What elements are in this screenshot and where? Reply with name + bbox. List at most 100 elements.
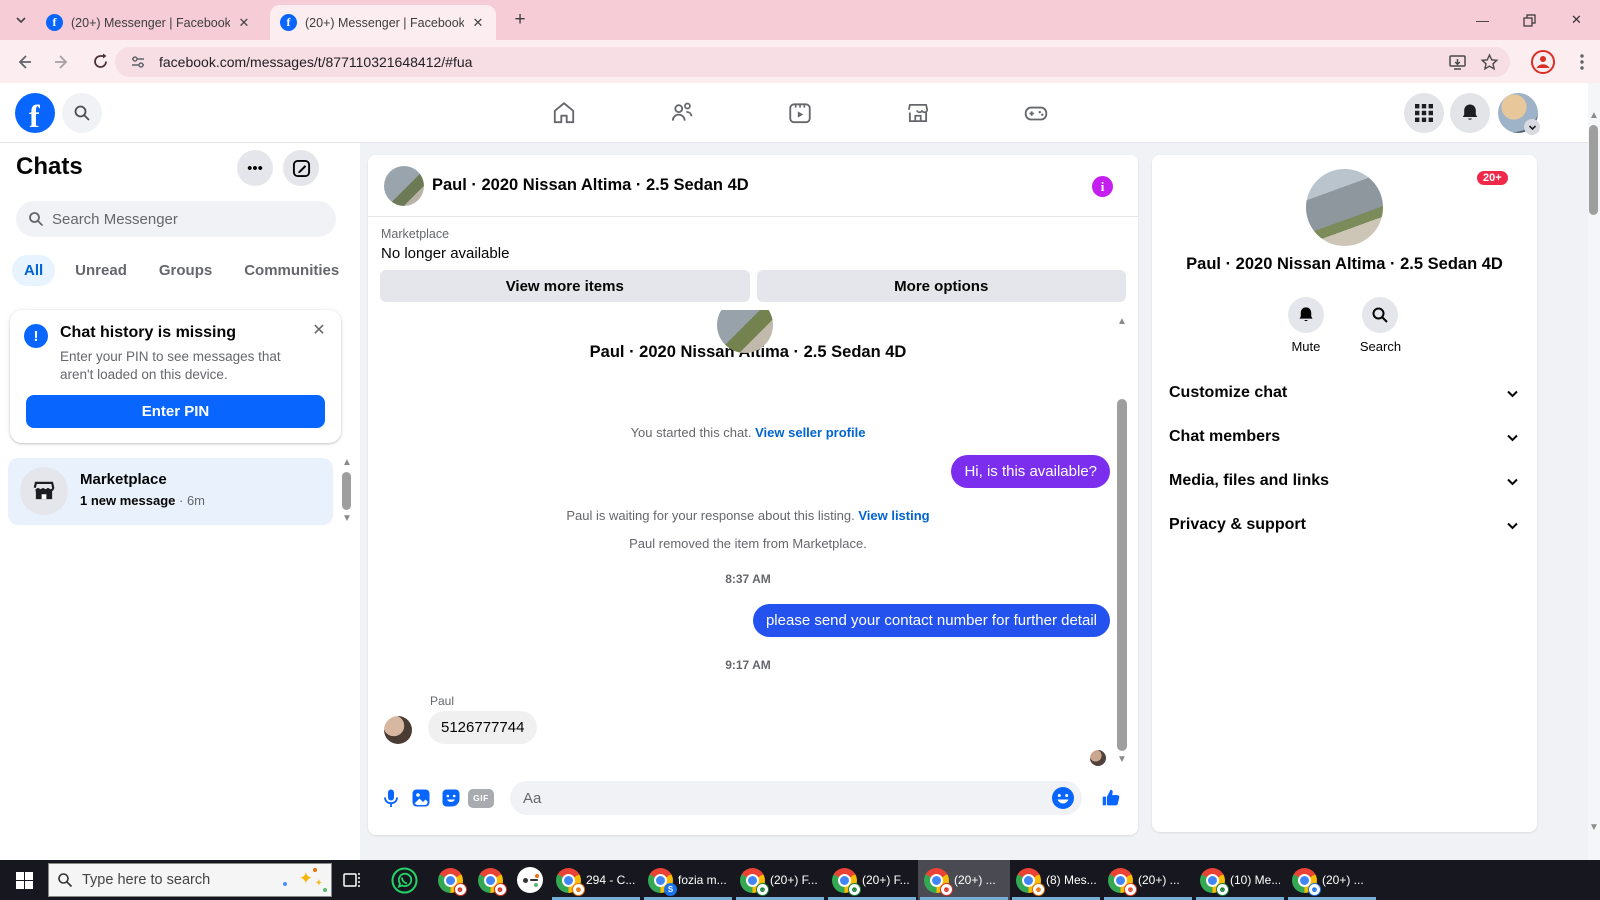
home-icon[interactable] <box>539 88 589 138</box>
taskbar-window-8[interactable]: ☻ (10) Me... <box>1194 860 1286 900</box>
more-options-button[interactable]: More options <box>756 270 1126 302</box>
header-search-icon[interactable] <box>62 93 102 133</box>
chat-scrollbar[interactable]: ▲ ▼ <box>1116 317 1130 765</box>
restore-button[interactable] <box>1506 0 1553 40</box>
section-media-files-links[interactable]: Media, files and links <box>1152 459 1537 503</box>
tab-groups[interactable]: Groups <box>147 255 224 286</box>
page-scrollbar[interactable]: ▲ ▼ <box>1588 83 1600 860</box>
back-icon[interactable] <box>10 48 38 76</box>
sticker-icon[interactable] <box>436 783 466 813</box>
browser-tab-active[interactable]: f (20+) Messenger | Facebook ✕ <box>270 5 496 40</box>
window-label: (10) Me... <box>1230 873 1280 887</box>
taskbar-window-7[interactable]: ☻ (20+) ... <box>1102 860 1194 900</box>
browser-tabstrip: f (20+) Messenger | Facebook ✕ f (20+) M… <box>0 0 1600 40</box>
section-chat-members[interactable]: Chat members <box>1152 415 1537 459</box>
message-input[interactable] <box>523 789 1051 807</box>
scrollbar-thumb[interactable] <box>342 472 351 510</box>
reload-icon[interactable] <box>86 48 114 76</box>
view-more-items-button[interactable]: View more items <box>380 270 750 302</box>
taskbar-window-1[interactable]: ☻ 294 - C... <box>550 860 642 900</box>
incoming-message-1[interactable]: 5126777744 <box>428 711 538 744</box>
emoji-icon[interactable] <box>1051 786 1075 810</box>
scrollbar-thumb[interactable] <box>1589 125 1598 215</box>
message-input-pill[interactable] <box>510 781 1082 815</box>
gif-icon[interactable]: GIF <box>466 783 496 813</box>
outgoing-message-1[interactable]: Hi, is this available? <box>951 455 1110 488</box>
conversation-title[interactable]: Paul · 2020 Nissan Altima · 2.5 Sedan 4D <box>432 176 749 195</box>
search-label: Search <box>1359 339 1402 354</box>
site-settings-icon[interactable] <box>127 51 149 73</box>
search-action[interactable]: Search <box>1360 297 1401 354</box>
url-text[interactable]: facebook.com/messages/t/877110321648412/… <box>159 54 1436 70</box>
scroll-up-icon[interactable]: ▲ <box>341 458 353 468</box>
tab-communities[interactable]: Communities <box>232 255 351 286</box>
chrome-pinned-icon[interactable]: ☻ <box>430 860 470 900</box>
tab-search-chevron-icon[interactable] <box>8 7 34 33</box>
scroll-down-icon[interactable]: ▼ <box>1588 823 1600 833</box>
facebook-favicon-icon: f <box>46 14 63 31</box>
tab-close-icon[interactable]: ✕ <box>470 15 486 31</box>
notifications-bell-icon[interactable] <box>1450 93 1490 133</box>
close-window-button[interactable]: ✕ <box>1553 0 1600 40</box>
tab-close-icon[interactable]: ✕ <box>236 15 252 31</box>
friends-icon[interactable] <box>657 88 707 138</box>
address-bar[interactable]: facebook.com/messages/t/877110321648412/… <box>115 47 1510 77</box>
taskbar-window-4[interactable]: ☻ (20+) F... <box>826 860 918 900</box>
taskbar-search-input[interactable] <box>82 872 242 888</box>
notice-close-icon[interactable]: ✕ <box>309 320 329 340</box>
system-message-started: You started this chat. View seller profi… <box>368 425 1128 440</box>
mute-action[interactable]: Mute <box>1287 297 1324 354</box>
facebook-logo[interactable]: f <box>15 93 55 134</box>
watch-icon[interactable] <box>775 88 825 138</box>
thumbs-up-icon[interactable] <box>1096 783 1126 813</box>
forward-icon[interactable] <box>48 48 76 76</box>
browser-tab-inactive[interactable]: f (20+) Messenger | Facebook ✕ <box>36 5 262 40</box>
marketplace-icon[interactable] <box>893 88 943 138</box>
chats-menu-icon[interactable]: ••• <box>237 150 273 186</box>
view-listing-link[interactable]: View listing <box>858 508 929 523</box>
scroll-up-icon[interactable]: ▲ <box>1116 317 1128 327</box>
conversation-info-icon[interactable]: i <box>1092 176 1113 197</box>
section-customize-chat[interactable]: Customize chat <box>1152 371 1537 415</box>
mute-bell-icon[interactable] <box>1287 297 1324 333</box>
outgoing-message-2[interactable]: please send your contact number for furt… <box>752 604 1110 637</box>
task-view-icon[interactable] <box>332 860 372 900</box>
start-button[interactable] <box>0 860 48 900</box>
scrollbar-thumb[interactable] <box>1117 399 1127 751</box>
install-app-icon[interactable] <box>1446 51 1468 73</box>
tab-unread[interactable]: Unread <box>63 255 139 286</box>
enter-pin-button[interactable]: Enter PIN <box>26 395 325 428</box>
voice-clip-icon[interactable] <box>376 783 406 813</box>
taskbar-window-2[interactable]: S fozia m... <box>642 860 734 900</box>
tab-all[interactable]: All <box>12 255 56 286</box>
compose-icon[interactable] <box>283 150 319 186</box>
chat-list-item-marketplace[interactable]: Marketplace 1 new message · 6m <box>8 458 333 525</box>
view-seller-profile-link[interactable]: View seller profile <box>755 425 865 440</box>
sidebar-scrollbar[interactable]: ▲ ▼ <box>341 458 353 673</box>
browser-menu-icon[interactable] <box>1572 50 1592 74</box>
attach-image-icon[interactable] <box>406 783 436 813</box>
section-privacy-support[interactable]: Privacy & support <box>1152 503 1537 547</box>
search-in-chat-icon[interactable] <box>1362 297 1399 333</box>
taskbar-window-3[interactable]: ☻ (20+) F... <box>734 860 826 900</box>
new-tab-button[interactable]: + <box>508 8 532 32</box>
minimize-button[interactable]: — <box>1459 0 1506 40</box>
taskbar-search[interactable]: ✦ ✦ <box>48 863 332 897</box>
taskbar-window-6[interactable]: ☻ (8) Mes... <box>1010 860 1102 900</box>
messenger-search[interactable] <box>16 201 336 237</box>
whatsapp-icon[interactable] <box>384 860 424 900</box>
bookmark-star-icon[interactable] <box>1478 51 1500 73</box>
search-messenger-input[interactable] <box>52 210 292 228</box>
scroll-down-icon[interactable]: ▼ <box>341 514 353 524</box>
scroll-down-icon[interactable]: ▼ <box>1116 755 1128 765</box>
notification-count-badge: 20+ <box>1477 171 1508 185</box>
chrome-pinned-icon[interactable]: ☻ <box>470 860 510 900</box>
browser-profile-icon[interactable] <box>1530 49 1556 75</box>
apps-grid-icon[interactable] <box>1404 93 1444 133</box>
taskbar-window-9[interactable]: ☻ (20+) ... <box>1286 860 1378 900</box>
conversation-avatar[interactable] <box>384 166 424 206</box>
taskbar-window-5-active[interactable]: ☻ (20+) ... <box>918 860 1010 900</box>
gaming-icon[interactable] <box>1011 88 1061 138</box>
password-key-icon[interactable] <box>510 860 550 900</box>
scroll-up-icon[interactable]: ▲ <box>1588 111 1600 121</box>
